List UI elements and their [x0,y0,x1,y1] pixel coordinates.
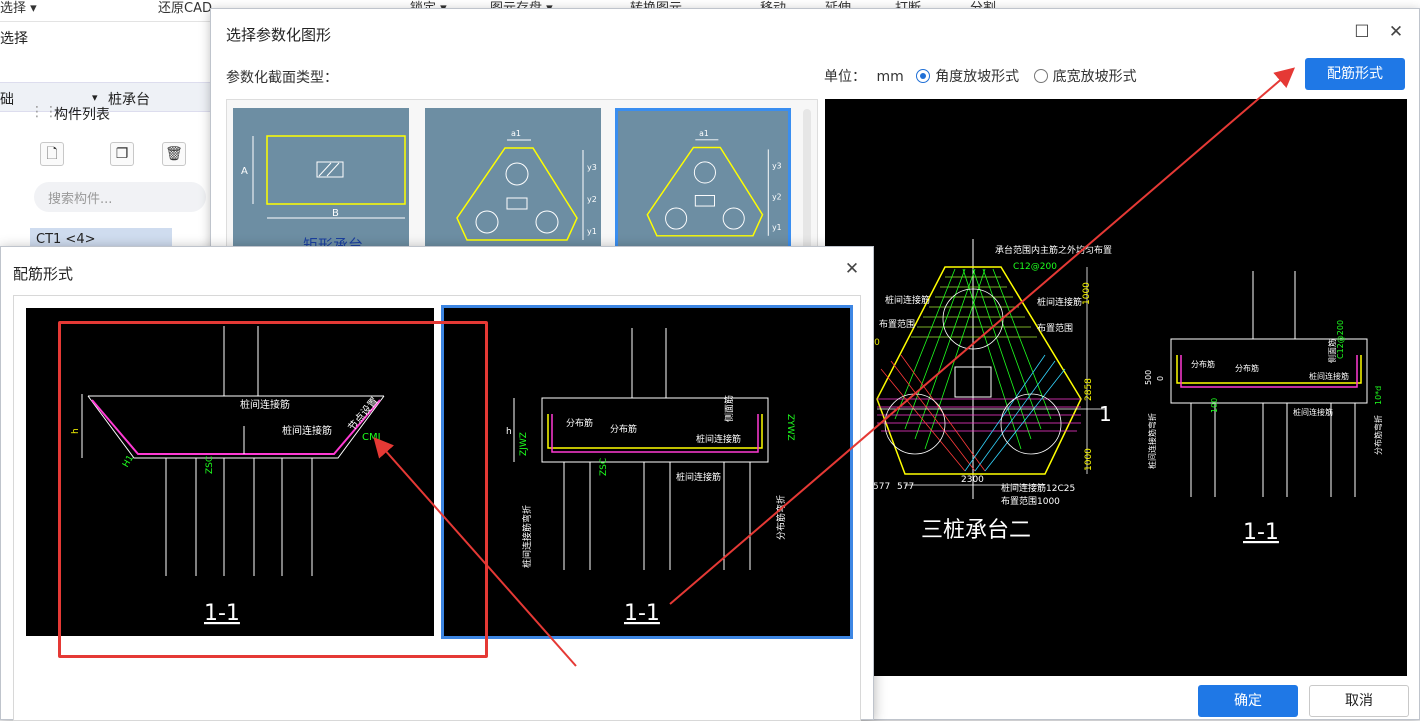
plan-dim: 1000 [1084,448,1094,471]
plan-note: 桩间连接筋 [1037,296,1082,308]
option-note: 桩间连接筋 [240,398,290,411]
option-section-label: 1-1 [624,601,660,626]
section-note: 分布筋 [1235,363,1259,373]
plan-note: 布置范围 [1037,322,1073,334]
plan-note: 桩间连接筋12C25 [1001,482,1075,494]
unit-row: 单位： mm 角度放坡形式 底宽放坡形式 [824,66,1137,86]
option-note: 桩间连接筋 [282,424,332,437]
radio-unselected-icon [1033,69,1048,83]
option-dim: H1 [121,454,136,470]
dim-a1: a1 [511,129,521,138]
option-section-label: 1-1 [204,601,240,626]
plan-view: 承台范围内主筋之外均匀布置 C12@200 桩间连接筋 布置范围 桩间连接筋 布… [857,239,1112,543]
category-label: 础 [0,92,14,108]
option-note: 桩间连接筋 [696,433,741,445]
plan-note: 承台范围内主筋之外均匀布置 [995,244,1112,256]
left-select[interactable]: 选择 [0,28,210,48]
shape-card-triple-pile-2[interactable]: a1 y3 y2 y1 [615,108,791,258]
preview-title: 三桩承台二 [921,518,1031,543]
plan-dim: 577 [897,482,914,492]
dim-y3: y3 [772,162,782,171]
option-dim: h [506,427,512,437]
rebar-option-1[interactable]: 桩间连接筋 桩间连接筋 节点设置 CMJ ZSC h H1 1-1 [26,308,434,636]
section-note: 桩间连接筋弯折 [1147,413,1157,469]
copy-icon[interactable]: ❐ [110,142,134,166]
option-note: 分布筋弯折 [775,495,787,540]
dim-y1: y1 [587,227,597,236]
dialog-title: 选择参数化图形 [226,26,332,44]
close-icon[interactable]: ✕ [841,259,863,279]
radio-angle-slope[interactable]: 角度放坡形式 [916,69,1019,85]
radio-label: 底宽放坡形式 [1052,69,1137,85]
cancel-button[interactable]: 取消 [1309,685,1409,717]
shape-card-rect[interactable]: A B 矩形承台 [233,108,409,258]
dim-y3: y3 [587,163,597,172]
plan-dim: 577 [873,482,890,492]
unit-label: 单位： [824,69,866,85]
rebar-options-panel: 桩间连接筋 桩间连接筋 节点设置 CMJ ZSC h H1 1-1 分布筋 分布… [13,295,861,721]
option-note: 节点设置 [346,395,381,433]
option-note: 分布筋 [566,417,593,429]
option-dim: ZYWZ [785,414,795,441]
option-note: 侧面筋 [723,395,735,422]
option-note: 桩间连接筋弯折 [521,505,533,568]
option-dim: ZSC [205,456,215,474]
plan-dim: 2300 [961,475,984,485]
close-icon[interactable]: ✕ [1385,22,1407,42]
dim-a1: a1 [699,129,709,138]
section-dim: 10*d [1374,386,1383,405]
new-icon[interactable]: 🗋 [40,142,64,166]
section-note: 分布筋弯折 [1373,415,1383,455]
shape-list: A B 矩形承台 a1 y3 y2 y1 a1 y3 y2 y1 [226,99,818,259]
plan-dim: 1000 [1082,282,1092,305]
maximize-icon[interactable]: ☐ [1351,22,1373,42]
toolbar-select[interactable]: 选择 ▾ [0,0,37,16]
search-input[interactable]: 搜索构件... [34,182,206,212]
dim-a: A [241,166,248,177]
section-note: C12@200 [1336,320,1345,359]
shape-preview: 承台范围内主筋之外均匀布置 C12@200 桩间连接筋 布置范围 桩间连接筋 布… [825,99,1407,676]
option-dim: h [71,428,81,434]
option-note: 桩间连接筋 [676,471,721,483]
dialog-title: 配筋形式 [13,265,74,283]
option-dim: ZJWZ [519,432,529,456]
option-note: CMJ [362,432,381,443]
plan-note: 桩间连接筋 [885,294,930,306]
section-view: 分布筋 分布筋 侧面筋 C12@200 桩间连接筋 桩间连接筋 桩间连接筋弯折 … [1144,271,1383,545]
option-note: 分布筋 [610,423,637,435]
plan-note: C12@200 [1013,262,1057,272]
section-note: 桩间连接筋 [1293,407,1333,417]
dim-y1: y1 [772,223,782,232]
section-dim: 0 [1156,376,1165,381]
plan-dim: 2858 [1084,378,1094,401]
shape-list-scrollbar[interactable] [803,109,811,259]
radio-bottom-width[interactable]: 底宽放坡形式 [1033,69,1137,85]
shape-card-triple-pile-1[interactable]: a1 y3 y2 y1 [425,108,601,258]
delete-icon[interactable]: 🗑 [162,142,186,166]
section-note: 分布筋 [1191,359,1215,369]
section-dim: 100 [1210,398,1219,413]
radio-selected-icon [916,69,931,83]
dim-y2: y2 [772,192,782,201]
ok-button[interactable]: 确定 [1198,685,1298,717]
dim-b: B [332,208,339,219]
radio-label: 角度放坡形式 [935,69,1020,85]
plan-note: 布置范围 [879,318,915,330]
rebar-form-dialog: 配筋形式 ✕ 桩间连接筋 桩间连接筋 节点设置 CMJ ZSC h H1 1-1… [0,246,874,721]
section-label: 1-1 [1243,520,1279,545]
rebar-option-2[interactable]: 分布筋 分布筋 侧面筋 桩间连接筋 桩间连接筋 ZJWZ ZSC ZYWZ 桩间… [441,305,853,639]
rebar-form-button[interactable]: 配筋形式 [1305,58,1405,90]
option-dim: ZSC [599,458,609,476]
chevron-down-icon[interactable]: ▾ [92,91,98,104]
section-mark: 1 [1099,402,1112,426]
dim-y2: y2 [587,195,597,204]
unit-value: mm [876,69,904,85]
section-dim: 500 [1144,370,1153,385]
plan-note: 布置范围1000 [1001,495,1060,507]
toolbar-restore-cad[interactable]: 还原CAD [158,0,212,16]
section-note: 桩间连接筋 [1309,371,1349,381]
section-type-label: 参数化截面类型： [226,70,338,86]
